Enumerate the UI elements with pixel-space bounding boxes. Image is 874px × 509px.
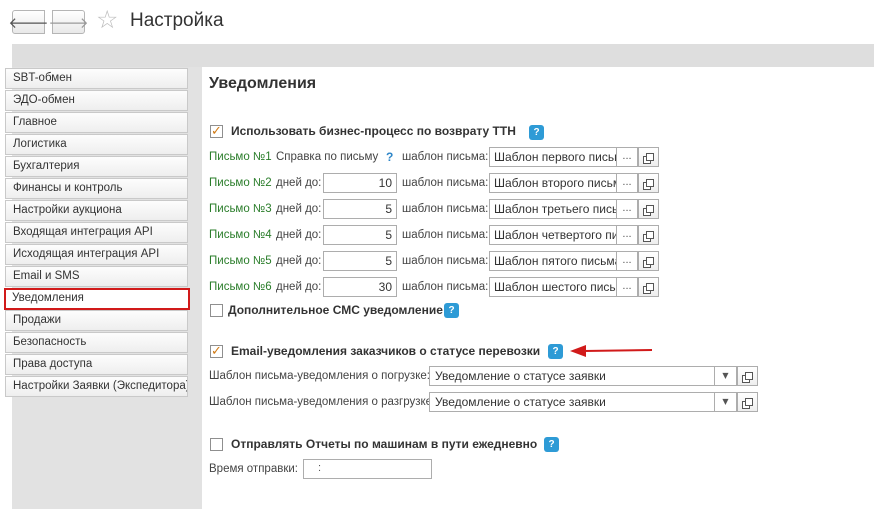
sidebar-item[interactable]: Продажи — [5, 310, 188, 331]
back-button[interactable]: 🡐 — [8, 10, 49, 34]
sidebar-item[interactable]: Финансы и контроль — [5, 178, 188, 199]
chevron-down-icon[interactable]: ▼ — [715, 392, 737, 412]
daily-reports-checkbox[interactable] — [210, 438, 223, 451]
template-select-button[interactable]: ... — [617, 199, 638, 219]
email-notify-help-icon[interactable]: ? — [548, 344, 563, 359]
sidebar-item[interactable]: Уведомления — [4, 288, 190, 310]
sidebar-item[interactable]: Настройки Заявки (Экспедитора) — [5, 376, 188, 397]
send-time-input[interactable]: : — [303, 459, 432, 479]
letter-name: Письмо №2 — [209, 177, 272, 189]
template-label: шаблон письма: — [402, 255, 489, 267]
unload-template-label: Шаблон письма-уведомления о разгрузке: — [209, 396, 436, 408]
template-open-button[interactable] — [638, 225, 659, 245]
open-form-icon — [742, 371, 753, 383]
letter-name: Письмо №4 — [209, 229, 272, 241]
letter-reference-help-icon[interactable]: ? — [386, 150, 393, 164]
window-title: Настройка — [130, 10, 224, 31]
extra-sms-checkbox[interactable] — [210, 304, 223, 317]
open-form-icon — [643, 230, 654, 242]
open-form-icon — [643, 256, 654, 268]
letter-reference-label: Справка по письму — [276, 151, 379, 163]
template-select-button[interactable]: ... — [617, 277, 638, 297]
sidebar-item[interactable]: Безопасность — [5, 332, 188, 353]
use-bp-checkbox[interactable]: ✓ — [210, 125, 223, 138]
sidebar-item[interactable]: Главное — [5, 112, 188, 133]
template-label: шаблон письма: — [402, 177, 489, 189]
template-select-button[interactable]: ... — [617, 251, 638, 271]
template-input[interactable]: Шаблон третьего письма — [489, 199, 617, 219]
toolbar-strip — [12, 44, 874, 67]
letter-name: Письмо №6 — [209, 281, 272, 293]
load-template-label: Шаблон письма-уведомления о погрузке: — [209, 370, 430, 382]
letter-name: Письмо №3 — [209, 203, 272, 215]
template-open-button[interactable] — [638, 251, 659, 271]
template-label: шаблон письма: — [402, 203, 489, 215]
open-form-icon — [643, 282, 654, 294]
email-notify-checkbox[interactable]: ✓ — [210, 345, 223, 358]
email-notify-label: Email-уведомления заказчиков о статусе п… — [231, 344, 541, 358]
section-title: Уведомления — [209, 75, 317, 92]
days-input[interactable]: 5 — [323, 225, 397, 245]
days-input[interactable]: 5 — [323, 199, 397, 219]
forward-button[interactable]: 🡒 — [48, 10, 89, 34]
arrow-right-icon: 🡒 — [48, 13, 89, 32]
open-form-icon — [742, 397, 753, 409]
days-input[interactable]: 10 — [323, 173, 397, 193]
sidebar-item[interactable]: Исходящая интеграция API — [5, 244, 188, 265]
template-select-button[interactable]: ... — [617, 173, 638, 193]
arrow-left-icon: 🡐 — [8, 13, 49, 32]
template-select-button[interactable]: ... — [617, 147, 638, 167]
template-label: шаблон письма: — [402, 229, 489, 241]
template-input[interactable]: Шаблон первого письма — [489, 147, 617, 167]
use-bp-help-icon[interactable]: ? — [529, 125, 544, 140]
sidebar-item[interactable]: Права доступа — [5, 354, 188, 375]
days-before-label: дней до: — [276, 255, 322, 267]
unload-template-select[interactable]: Уведомление о статусе заявки — [429, 392, 715, 412]
use-bp-label: Использовать бизнес-процесс по возврату … — [231, 124, 516, 138]
sidebar-item[interactable]: Входящая интеграция API — [5, 222, 188, 243]
extra-sms-label: Дополнительное СМС уведомление — [228, 303, 443, 317]
template-label: шаблон письма: — [402, 151, 489, 163]
sidebar-item[interactable]: SBT-обмен — [5, 68, 188, 89]
load-template-select[interactable]: Уведомление о статусе заявки — [429, 366, 715, 386]
days-before-label: дней до: — [276, 281, 322, 293]
sidebar-item[interactable]: Настройки аукциона — [5, 200, 188, 221]
template-input[interactable]: Шаблон пятого письма — [489, 251, 617, 271]
sidebar-item[interactable]: Email и SMS — [5, 266, 188, 287]
template-open-button[interactable] — [638, 173, 659, 193]
daily-reports-help-icon[interactable]: ? — [544, 437, 559, 452]
days-input[interactable]: 5 — [323, 251, 397, 271]
sidebar-item[interactable]: Логистика — [5, 134, 188, 155]
template-open-button[interactable] — [638, 199, 659, 219]
load-template-open-button[interactable] — [737, 366, 758, 386]
daily-reports-label: Отправлять Отчеты по машинам в пути ежед… — [231, 437, 538, 451]
days-before-label: дней до: — [276, 229, 322, 241]
send-time-label: Время отправки: — [209, 463, 298, 475]
template-label: шаблон письма: — [402, 281, 489, 293]
letter-name: Письмо №5 — [209, 255, 272, 267]
template-open-button[interactable] — [638, 147, 659, 167]
extra-sms-help-icon[interactable]: ? — [444, 303, 459, 318]
sidebar-item[interactable]: Бухгалтерия — [5, 156, 188, 177]
days-before-label: дней до: — [276, 203, 322, 215]
sidebar-item[interactable]: ЭДО-обмен — [5, 90, 188, 111]
chevron-down-icon[interactable]: ▼ — [715, 366, 737, 386]
letter-name: Письмо №1 — [209, 151, 272, 163]
template-select-button[interactable]: ... — [617, 225, 638, 245]
days-input[interactable]: 30 — [323, 277, 397, 297]
template-open-button[interactable] — [638, 277, 659, 297]
unload-template-open-button[interactable] — [737, 392, 758, 412]
template-input[interactable]: Шаблон шестого письма — [489, 277, 617, 297]
template-input[interactable]: Шаблон второго письма — [489, 173, 617, 193]
open-form-icon — [643, 152, 654, 164]
open-form-icon — [643, 178, 654, 190]
template-input[interactable]: Шаблон четвертого письма — [489, 225, 617, 245]
days-before-label: дней до: — [276, 177, 322, 189]
annotation-arrow-icon — [570, 345, 653, 357]
favorite-star-icon[interactable]: ☆ — [96, 7, 118, 32]
open-form-icon — [643, 204, 654, 216]
